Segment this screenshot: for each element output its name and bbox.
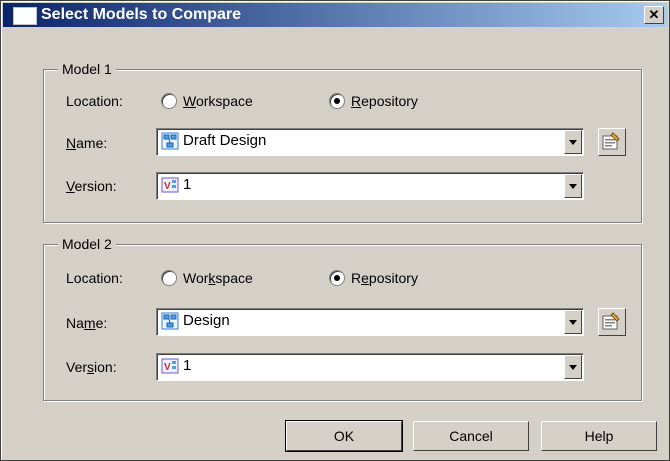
model2-version-dropdown-button[interactable] xyxy=(564,355,582,379)
model1-location-label: Location: xyxy=(66,93,123,109)
properties-icon xyxy=(602,312,620,330)
version-icon: V xyxy=(161,358,179,374)
model1-version-dropdown-button[interactable] xyxy=(564,174,582,198)
model1-repository-radio[interactable] xyxy=(329,93,345,109)
model1-version-value: 1 xyxy=(183,176,192,193)
model2-version-combo[interactable]: V 1 xyxy=(156,353,584,381)
svg-text:V: V xyxy=(164,181,171,192)
version-icon: V xyxy=(161,177,179,193)
model2-name-dropdown-button[interactable] xyxy=(564,310,582,334)
ok-button[interactable]: OK xyxy=(285,420,403,452)
model1-version-label: Version: xyxy=(66,178,117,194)
title-bar: Select Models to Compare ✕ xyxy=(3,3,667,27)
model2-repository-radio[interactable] xyxy=(329,270,345,286)
model2-name-value: Design xyxy=(183,312,230,329)
model1-version-combo[interactable]: V 1 xyxy=(156,172,584,200)
model1-workspace-radio[interactable] xyxy=(161,93,177,109)
select-models-dialog: Select Models to Compare ✕ Model 1 Locat… xyxy=(0,0,670,461)
model2-properties-button[interactable] xyxy=(598,308,626,336)
model1-name-dropdown-button[interactable] xyxy=(564,130,582,154)
model1-name-label: Name: xyxy=(66,135,108,151)
model1-name-combo[interactable]: Draft Design xyxy=(156,128,584,156)
help-button[interactable]: Help xyxy=(541,421,657,451)
properties-icon xyxy=(602,132,620,150)
model1-properties-button[interactable] xyxy=(598,128,626,156)
model1-repository-label[interactable]: Repository xyxy=(351,92,418,110)
model2-location-label: Location: xyxy=(66,270,123,286)
model2-workspace-radio[interactable] xyxy=(161,270,177,286)
model2-version-value: 1 xyxy=(183,357,192,374)
physical-diagram-icon xyxy=(161,312,179,330)
model2-name-label: Name: xyxy=(66,315,108,331)
cancel-button[interactable]: Cancel xyxy=(413,421,529,451)
model2-version-label: Version: xyxy=(66,359,117,375)
window-icon xyxy=(13,7,37,25)
physical-diagram-icon xyxy=(161,132,179,150)
svg-text:V: V xyxy=(164,362,171,373)
model2-repository-label[interactable]: Repository xyxy=(351,269,418,287)
model2-name-combo[interactable]: Design xyxy=(156,308,584,336)
model2-workspace-label[interactable]: Workspace xyxy=(183,269,253,287)
close-button[interactable]: ✕ xyxy=(644,6,664,24)
window-title: Select Models to Compare xyxy=(41,6,242,23)
model2-group-label: Model 2 xyxy=(58,235,116,253)
model1-name-value: Draft Design xyxy=(183,132,267,149)
model1-workspace-label[interactable]: Workspace xyxy=(183,92,253,110)
model1-group-label: Model 1 xyxy=(58,60,116,78)
